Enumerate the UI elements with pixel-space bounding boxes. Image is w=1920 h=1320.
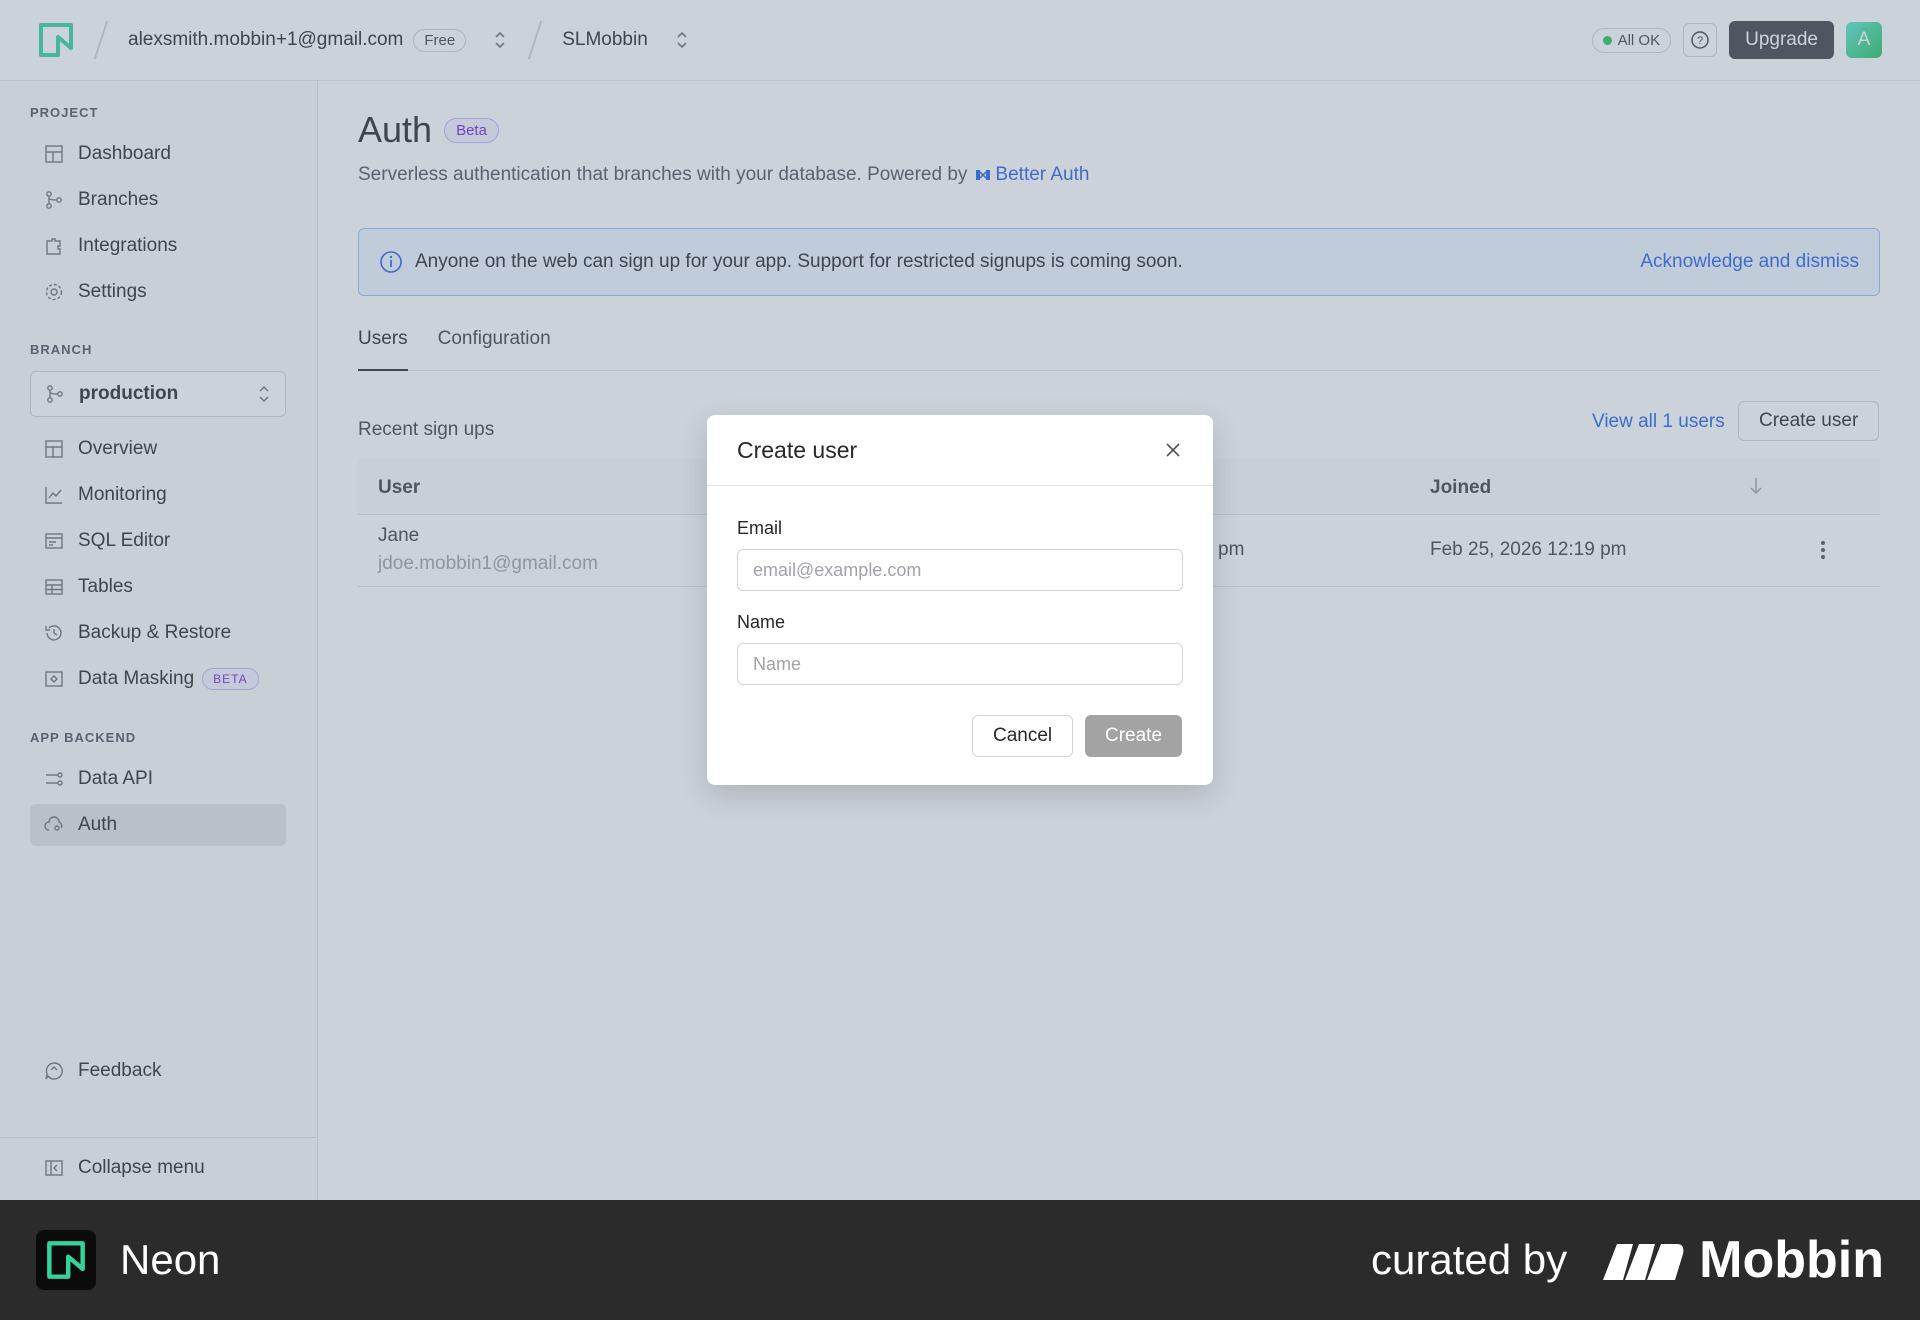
curated-by-label: curated by: [1371, 1236, 1568, 1283]
email-field[interactable]: [737, 549, 1183, 591]
mobbin-brand: Mobbin: [1603, 1230, 1884, 1290]
mobbin-label: Mobbin: [1699, 1231, 1884, 1289]
footer-banner: Neon curated by Mobbin: [0, 1200, 1920, 1320]
name-label: Name: [737, 612, 786, 632]
create-user-dialog: Create user Email Name Cancel Create: [707, 415, 1213, 785]
name-field[interactable]: [737, 643, 1183, 685]
create-button[interactable]: Create: [1085, 715, 1183, 757]
neon-app-logo-icon: [36, 1230, 96, 1290]
app-name: Neon: [120, 1236, 221, 1283]
cancel-button[interactable]: Cancel: [972, 715, 1074, 757]
dialog-title: Create user: [737, 436, 858, 463]
close-icon[interactable]: [1163, 440, 1183, 460]
mobbin-logo-icon: [1603, 1244, 1684, 1280]
email-label: Email: [737, 518, 783, 538]
